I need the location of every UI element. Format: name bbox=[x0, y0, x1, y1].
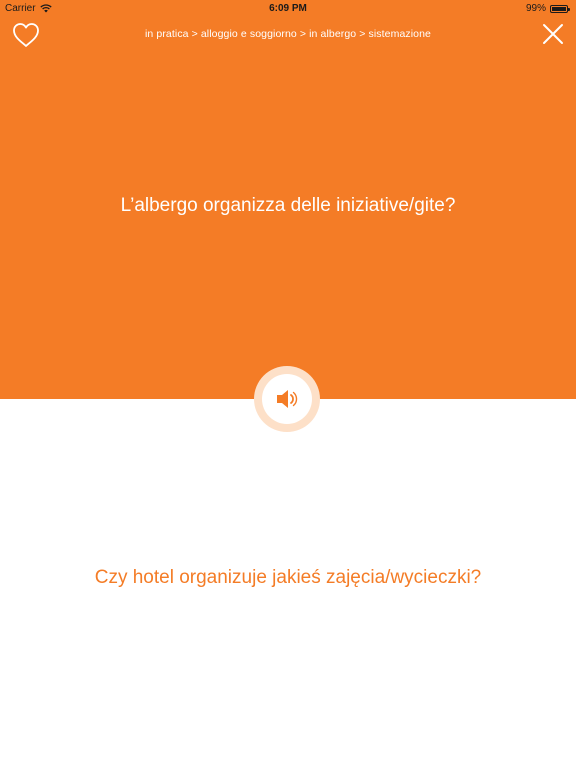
heart-icon bbox=[13, 23, 39, 47]
phrase-panel: Carrier 6:09 PM 99% in pratica > alloggi… bbox=[0, 0, 576, 399]
close-icon bbox=[543, 24, 563, 44]
status-right: 99% bbox=[525, 3, 570, 14]
play-audio-button[interactable] bbox=[262, 374, 312, 424]
play-audio-control bbox=[254, 366, 320, 432]
translation-text: Czy hotel organizuje jakieś zajęcia/wyci… bbox=[94, 567, 482, 588]
speaker-icon bbox=[277, 390, 298, 408]
phrase-text: L’albergo organizza delle iniziative/git… bbox=[120, 195, 456, 216]
status-time: 6:09 PM bbox=[269, 3, 307, 14]
battery-icon bbox=[550, 4, 570, 13]
favorite-button[interactable] bbox=[12, 22, 40, 48]
battery-fill bbox=[552, 6, 566, 11]
battery-percent: 99% bbox=[525, 3, 546, 14]
breadcrumb[interactable]: in pratica > alloggio e soggiorno > in a… bbox=[60, 28, 516, 40]
status-bar: Carrier 6:09 PM 99% bbox=[0, 0, 576, 16]
close-button[interactable] bbox=[542, 23, 564, 45]
